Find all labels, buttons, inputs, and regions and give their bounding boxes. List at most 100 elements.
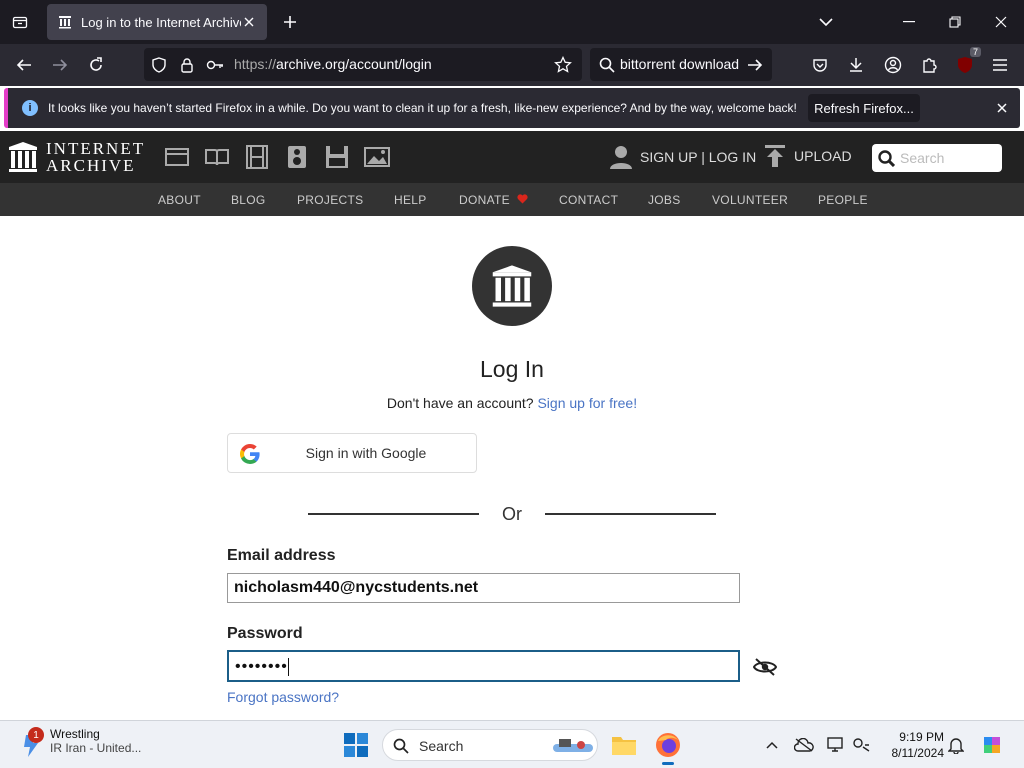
browser-tab-bar: Log in to the Internet Archive (0, 0, 1024, 44)
menu-about[interactable]: ABOUT (158, 193, 201, 207)
text-caret (287, 658, 289, 676)
or-separator: Or (502, 504, 522, 524)
back-icon[interactable] (12, 53, 36, 77)
account-icon[interactable] (881, 53, 905, 77)
lock-icon[interactable] (178, 56, 196, 74)
notification-close-icon[interactable] (994, 100, 1010, 116)
menu-donate[interactable]: DONATE (459, 193, 528, 207)
onedrive-offline-icon[interactable] (794, 735, 814, 755)
active-app-indicator (662, 762, 674, 765)
file-explorer-icon[interactable] (608, 729, 640, 761)
ia-logo-line1: INTERNET (46, 139, 146, 158)
taskbar-search-box[interactable]: Search (382, 729, 598, 761)
video-film-icon[interactable] (244, 145, 270, 169)
menu-blog[interactable]: BLOG (231, 193, 266, 207)
ublock-extension-icon[interactable]: 7 (953, 47, 981, 77)
hamburger-menu-icon[interactable] (988, 53, 1012, 77)
pocket-icon[interactable] (808, 53, 832, 77)
heart-icon (516, 194, 528, 204)
menu-people[interactable]: PEOPLE (818, 193, 868, 207)
web-media-icon[interactable] (164, 145, 190, 169)
extensions-puzzle-icon[interactable] (917, 53, 941, 77)
menu-donate-label: DONATE (459, 193, 510, 207)
url-scheme: https:// (234, 56, 277, 72)
upload-link[interactable]: UPLOAD (765, 145, 852, 167)
google-signin-button[interactable]: Sign in with Google (227, 433, 477, 473)
key-icon[interactable] (206, 56, 224, 74)
minimize-icon[interactable] (897, 10, 921, 34)
menu-contact[interactable]: CONTACT (559, 193, 618, 207)
ia-logo-circle (472, 246, 552, 326)
bookmark-star-icon[interactable] (554, 56, 572, 74)
firefox-refresh-notification: i It looks like you haven’t started Fire… (4, 88, 1020, 128)
search-icon (393, 738, 409, 754)
software-floppy-icon[interactable] (324, 145, 350, 169)
notification-message: It looks like you haven’t started Firefo… (48, 101, 797, 115)
signup-login-label: SIGN UP | LOG IN (640, 149, 757, 165)
password-label: Password (227, 625, 303, 642)
password-value: •••••••• (235, 658, 288, 676)
user-icon (610, 146, 632, 169)
info-icon: i (22, 100, 38, 116)
firefox-taskbar-icon[interactable] (652, 729, 684, 765)
signup-prompt: Don't have an account? Sign up for free! (0, 395, 1024, 411)
display-icon[interactable] (826, 735, 846, 755)
refresh-firefox-button[interactable]: Refresh Firefox... (808, 94, 920, 122)
forward-icon[interactable] (48, 53, 72, 77)
active-tab[interactable]: Log in to the Internet Archive (47, 4, 267, 40)
tab-list-icon[interactable] (8, 10, 32, 34)
signup-login-link[interactable]: SIGN UP | LOG IN (610, 145, 756, 169)
news-icon: 1 (20, 727, 44, 757)
weather-title: Wrestling (50, 727, 100, 741)
search-go-arrow-icon[interactable] (746, 56, 764, 74)
downloads-icon[interactable] (844, 53, 868, 77)
extension-badge: 7 (969, 47, 981, 57)
reload-icon[interactable] (84, 53, 108, 77)
forgot-password-link[interactable]: Forgot password? (227, 689, 339, 705)
new-tab-icon[interactable] (278, 10, 302, 34)
browser-nav-bar: https://archive.org/account/login bittor… (0, 44, 1024, 86)
divider-left (308, 513, 479, 515)
url-bar[interactable]: https://archive.org/account/login (144, 48, 582, 81)
menu-help[interactable]: HELP (394, 193, 427, 207)
email-field[interactable]: nicholasm440@nycstudents.net (227, 573, 740, 603)
ia-temple-icon (9, 142, 37, 172)
clock-time: 9:19 PM (899, 730, 944, 744)
ia-search-placeholder: Search (900, 150, 945, 166)
windows-start-icon[interactable] (344, 733, 368, 757)
ia-logo[interactable]: INTERNET ARCHIVE (8, 140, 145, 174)
toggle-password-visibility-icon[interactable] (752, 656, 778, 678)
audio-speaker-icon[interactable] (284, 145, 310, 169)
tab-close-icon[interactable] (241, 14, 257, 30)
window-close-icon[interactable] (989, 10, 1013, 34)
url-text: https://archive.org/account/login (234, 56, 432, 72)
menu-projects[interactable]: PROJECTS (297, 193, 363, 207)
weather-badge: 1 (28, 727, 44, 743)
texts-book-icon[interactable] (204, 145, 230, 169)
search-icon (878, 150, 895, 167)
upload-icon (765, 145, 785, 167)
taskbar-search-label: Search (419, 738, 464, 754)
weather-widget[interactable]: 1 Wrestling IR Iran - United... (20, 727, 141, 757)
network-speaker-icon[interactable] (852, 735, 872, 755)
menu-jobs[interactable]: JOBS (648, 193, 681, 207)
signup-link[interactable]: Sign up for free! (537, 395, 637, 411)
tab-title: Log in to the Internet Archive (81, 14, 241, 30)
restore-icon[interactable] (943, 10, 967, 34)
tracking-protection-shield-icon[interactable] (150, 56, 168, 74)
url-path: archive.org/account/login (276, 56, 432, 72)
show-hidden-icons-chevron-icon[interactable] (762, 735, 782, 755)
archive-favicon-icon (57, 14, 73, 30)
password-field[interactable]: •••••••• (227, 650, 740, 682)
images-icon[interactable] (364, 145, 390, 169)
web-search-bar[interactable]: bittorrent download (590, 48, 772, 81)
no-account-text: Don't have an account? (386, 395, 534, 411)
ia-top-bar: INTERNET ARCHIVE SIGN UP | LOG IN UPLOAD… (0, 131, 1024, 183)
search-icon (598, 56, 616, 74)
taskbar-clock[interactable]: 9:19 PM 8/11/2024 (880, 729, 945, 761)
list-all-tabs-icon[interactable] (814, 10, 838, 34)
menu-volunteer[interactable]: VOLUNTEER (712, 193, 788, 207)
copilot-icon[interactable] (980, 733, 1004, 757)
notification-bell-icon[interactable] (946, 735, 966, 755)
ia-search-input[interactable]: Search (872, 144, 1002, 172)
